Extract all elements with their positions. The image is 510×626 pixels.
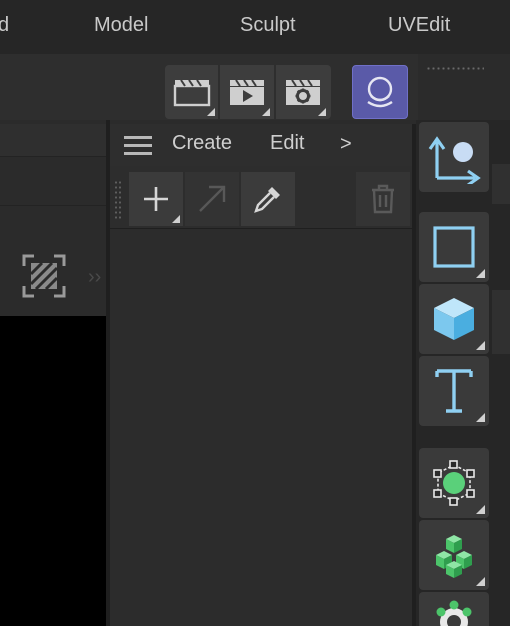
panel-grip-handle[interactable] bbox=[426, 66, 484, 72]
dropdown-corner-icon bbox=[476, 269, 485, 278]
dropdown-corner-icon bbox=[476, 505, 485, 514]
render-to-picture-viewer-button[interactable] bbox=[221, 65, 273, 119]
dropdown-corner-icon bbox=[172, 215, 180, 223]
rectangle-icon bbox=[433, 226, 475, 268]
dropdown-corner-icon bbox=[476, 413, 485, 422]
menu-item-sculpt[interactable]: Sculpt bbox=[240, 14, 296, 37]
plus-icon bbox=[144, 187, 168, 211]
clapperboard-icon bbox=[173, 79, 211, 107]
render-play-icon bbox=[230, 79, 264, 105]
expand-chevrons-icon[interactable]: ›› bbox=[88, 266, 101, 289]
render-view-button[interactable] bbox=[166, 65, 218, 119]
left-panel-row bbox=[0, 157, 108, 206]
diagonal-arrow-icon bbox=[199, 185, 226, 212]
cloner-button[interactable] bbox=[419, 520, 489, 590]
gear-flower-icon bbox=[436, 600, 472, 626]
effector-button[interactable] bbox=[419, 592, 489, 626]
viewport-area[interactable] bbox=[0, 316, 106, 626]
palette-strip bbox=[492, 164, 510, 204]
create-menu[interactable]: Create bbox=[172, 132, 232, 155]
dropdown-corner-icon bbox=[262, 108, 270, 116]
cube-primitive-button[interactable] bbox=[419, 284, 489, 354]
cube-icon bbox=[434, 298, 474, 340]
edit-menu[interactable]: Edit bbox=[270, 132, 304, 155]
object-manager-header bbox=[110, 124, 412, 166]
delete-button[interactable] bbox=[356, 172, 410, 226]
more-menu-chevron[interactable]: > bbox=[340, 133, 352, 156]
add-button[interactable] bbox=[129, 172, 183, 226]
left-panel-header bbox=[0, 124, 108, 157]
render-settings-button[interactable] bbox=[277, 65, 329, 119]
menu-item-uvedit[interactable]: UVEdit bbox=[388, 14, 450, 37]
menu-item-d[interactable]: d bbox=[0, 14, 9, 37]
sphere-mode-button[interactable] bbox=[352, 65, 408, 119]
frame-selection-button[interactable] bbox=[22, 254, 66, 298]
hamburger-menu-button[interactable] bbox=[123, 134, 153, 163]
mograph-cubes-icon bbox=[436, 535, 472, 578]
rectangle-spline-button[interactable] bbox=[419, 212, 489, 282]
link-arrow-button[interactable] bbox=[185, 172, 239, 226]
dropdown-corner-icon bbox=[476, 341, 485, 350]
coordinate-system-button[interactable] bbox=[419, 122, 489, 192]
eyedropper-icon bbox=[254, 187, 280, 213]
toolbar-divider bbox=[274, 65, 276, 119]
tools-grip-handle[interactable] bbox=[114, 180, 122, 220]
dropdown-corner-icon bbox=[476, 577, 485, 586]
frame-selection-icon bbox=[22, 254, 66, 298]
text-icon bbox=[435, 369, 473, 413]
trash-icon bbox=[372, 184, 394, 214]
sphere-icon bbox=[367, 76, 393, 108]
menu-item-model[interactable]: Model bbox=[94, 14, 148, 37]
text-spline-button[interactable] bbox=[419, 356, 489, 426]
toolbar-divider bbox=[218, 65, 220, 119]
render-settings-icon bbox=[286, 79, 320, 105]
palette-strip bbox=[492, 290, 510, 354]
eyedropper-button[interactable] bbox=[241, 172, 295, 226]
null-object-button[interactable] bbox=[419, 448, 489, 518]
dropdown-corner-icon bbox=[318, 108, 326, 116]
dropdown-corner-icon bbox=[207, 108, 215, 116]
coordinate-axes-icon bbox=[428, 136, 481, 184]
hamburger-menu-icon bbox=[124, 136, 152, 155]
selection-object-icon bbox=[433, 460, 475, 506]
